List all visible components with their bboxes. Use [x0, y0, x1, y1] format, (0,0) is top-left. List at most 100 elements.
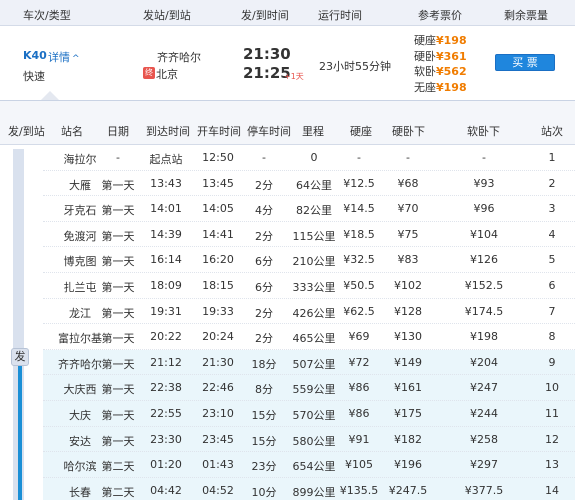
col-dep-time: 开车时间 — [197, 125, 241, 138]
stop-distance: 465公里 — [292, 332, 336, 346]
stop-departure: 14:41 — [202, 227, 234, 241]
table-row: 大雁 第一天 13:43 13:45 2分 64公里 ¥12.5 ¥68 ¥93 2 — [43, 171, 575, 197]
stops-table-body: 海拉尔 - 起点站 12:50-0- - -1 大雁 第一天 13:43 13:45 2分 64公里 ¥… — [43, 145, 575, 500]
stop-sequence: 2 — [548, 176, 556, 190]
stop-hard-seat-price: ¥18.5 — [343, 227, 375, 241]
stop-duration: 2分 — [255, 306, 273, 320]
col-soft-sleeper: 软卧下 — [467, 125, 500, 138]
stop-duration: 2分 — [255, 229, 273, 243]
stops-table-header: 发/到站 站名 日期 到达时间 开车时间 停车时间 里程 硬座 硬卧下 软卧下 … — [0, 101, 575, 145]
stop-hard-sleeper-price: ¥102 — [394, 278, 422, 292]
stop-sequence: 4 — [548, 227, 556, 241]
stop-arrival: 起点站 — [149, 153, 183, 166]
detail-toggle-link[interactable]: 详情 ^ — [48, 49, 80, 65]
fare-item: 硬卧¥361 — [414, 49, 467, 65]
stop-arrival: 01:20 — [150, 458, 182, 472]
table-row: 扎兰屯 第一天 18:09 18:15 6分 333公里 ¥50.5 ¥102 ¥152.5 6 — [43, 273, 575, 299]
fare-item: 无座¥198 — [414, 80, 467, 96]
fare-list: 硬座¥198 硬卧¥361 软卧¥562 无座¥198 — [414, 33, 467, 95]
stop-distance: 580公里 — [292, 434, 336, 448]
stop-sequence: 12 — [545, 432, 559, 446]
stop-departure: 23:10 — [202, 406, 234, 420]
table-row: 大庆西 第一天 22:38 22:46 8分 559公里 ¥86 ¥161 ¥247 10 — [43, 375, 575, 401]
table-row: 免渡河 第一天 14:39 14:41 2分 115公里 ¥18.5 ¥75 ¥104 4 — [43, 222, 575, 248]
col-distance: 里程 — [302, 125, 324, 138]
header-duration: 运行时间 — [318, 9, 362, 22]
table-row: 大庆 第一天 22:55 23:10 15分 570公里 ¥86 ¥175 ¥244 11 — [43, 400, 575, 427]
stop-distance: 507公里 — [292, 357, 336, 371]
buy-ticket-button[interactable]: 买 票 — [495, 54, 555, 71]
stop-hard-seat-price: ¥91 — [348, 432, 370, 446]
stop-arrival: 19:31 — [150, 304, 182, 318]
stop-sequence: 7 — [548, 304, 556, 318]
stop-date: 第一天 — [101, 408, 135, 422]
stop-hard-sleeper-price: ¥75 — [397, 227, 419, 241]
stop-duration: 2分 — [255, 178, 273, 192]
stop-sequence: 11 — [545, 406, 559, 420]
plus-day-badge: +1天 — [284, 72, 304, 81]
stop-departure: 12:50 — [202, 151, 234, 164]
stop-arrival: 14:39 — [150, 227, 182, 241]
fare-label: 硬座 — [414, 34, 436, 47]
col-date: 日期 — [107, 125, 129, 138]
stop-hard-seat-price: ¥32.5 — [343, 253, 375, 267]
stop-duration: 2分 — [255, 332, 273, 346]
stop-soft-sleeper-price: ¥93 — [473, 176, 495, 190]
stop-soft-sleeper-price: ¥152.5 — [464, 278, 504, 292]
stop-hard-sleeper-price: ¥175 — [394, 406, 422, 420]
header-fares: 参考票价 — [418, 9, 462, 22]
table-row: 博克图 第一天 16:14 16:20 6分 210公里 ¥32.5 ¥83 ¥126 5 — [43, 247, 575, 273]
stop-soft-sleeper-price: ¥258 — [470, 432, 498, 446]
stops-panel: 发/到站 站名 日期 到达时间 开车时间 停车时间 里程 硬座 硬卧下 软卧下 … — [0, 100, 575, 500]
departure-time: 21:30 — [243, 45, 291, 63]
table-row: 齐齐哈尔 第一天 21:12 21:30 18分 507公里 ¥72 ¥149 ¥204 9 — [43, 349, 575, 376]
stop-distance: 899公里 — [292, 485, 336, 499]
col-seq: 站次 — [541, 125, 563, 138]
stop-soft-sleeper-price: ¥204 — [470, 355, 498, 369]
stop-hard-sleeper-price: - — [406, 151, 410, 164]
stop-sequence: 14 — [545, 483, 559, 497]
stop-duration: 6分 — [255, 255, 273, 269]
stop-sequence: 10 — [545, 381, 559, 395]
stop-arrival: 16:14 — [150, 253, 182, 267]
stop-soft-sleeper-price: ¥377.5 — [464, 483, 504, 497]
terminal-badge-icon: 终 — [143, 67, 155, 79]
stop-hard-seat-price: ¥135.5 — [339, 483, 379, 497]
stop-departure: 19:33 — [202, 304, 234, 318]
stop-distance: 559公里 — [292, 383, 336, 397]
col-station: 站名 — [61, 125, 83, 138]
col-dep-arr: 发/到站 — [8, 125, 45, 138]
stop-date: 第一天 — [101, 229, 135, 243]
stop-arrival: 22:55 — [150, 406, 182, 420]
stop-sequence: 13 — [545, 458, 559, 472]
stop-date: 第一天 — [101, 306, 135, 320]
stop-departure: 23:45 — [202, 432, 234, 446]
detail-label: 详情 — [48, 51, 70, 64]
table-row: 海拉尔 - 起点站 12:50-0- - -1 — [43, 145, 575, 171]
stop-arrival: 14:01 — [150, 202, 182, 216]
table-row: 富拉尔基 第一天 20:22 20:24 2分 465公里 ¥69 ¥130 ¥198 8 — [43, 324, 575, 350]
stop-departure: 18:15 — [202, 278, 234, 292]
fare-price: ¥361 — [436, 49, 467, 63]
stop-duration: 4分 — [255, 204, 273, 218]
stop-sequence: 1 — [548, 151, 556, 164]
stop-arrival: 13:43 — [150, 176, 182, 190]
col-hard-seat: 硬座 — [350, 125, 372, 138]
table-row: 安达 第一天 23:30 23:45 15分 580公里 ¥91 ¥182 ¥258 12 — [43, 426, 575, 453]
stop-sequence: 3 — [548, 202, 556, 216]
stop-date: 第一天 — [101, 434, 135, 448]
train-number[interactable]: K40 — [23, 49, 47, 62]
col-stop-time: 停车时间 — [247, 125, 291, 138]
stop-soft-sleeper-price: ¥96 — [473, 202, 495, 216]
stop-distance: 210公里 — [292, 255, 336, 269]
fare-label: 硬卧 — [414, 49, 436, 63]
stop-hard-seat-price: ¥86 — [348, 406, 370, 420]
stop-hard-sleeper-price: ¥247.5 — [388, 483, 428, 497]
stop-hard-sleeper-price: ¥70 — [397, 202, 419, 216]
stop-duration: 18分 — [251, 357, 277, 371]
stop-duration: 10分 — [251, 485, 277, 499]
stop-duration: 15分 — [251, 408, 277, 422]
stop-hard-seat-price: ¥12.5 — [343, 176, 375, 190]
stop-soft-sleeper-price: ¥297 — [470, 458, 498, 472]
stop-distance: 570公里 — [292, 408, 336, 422]
